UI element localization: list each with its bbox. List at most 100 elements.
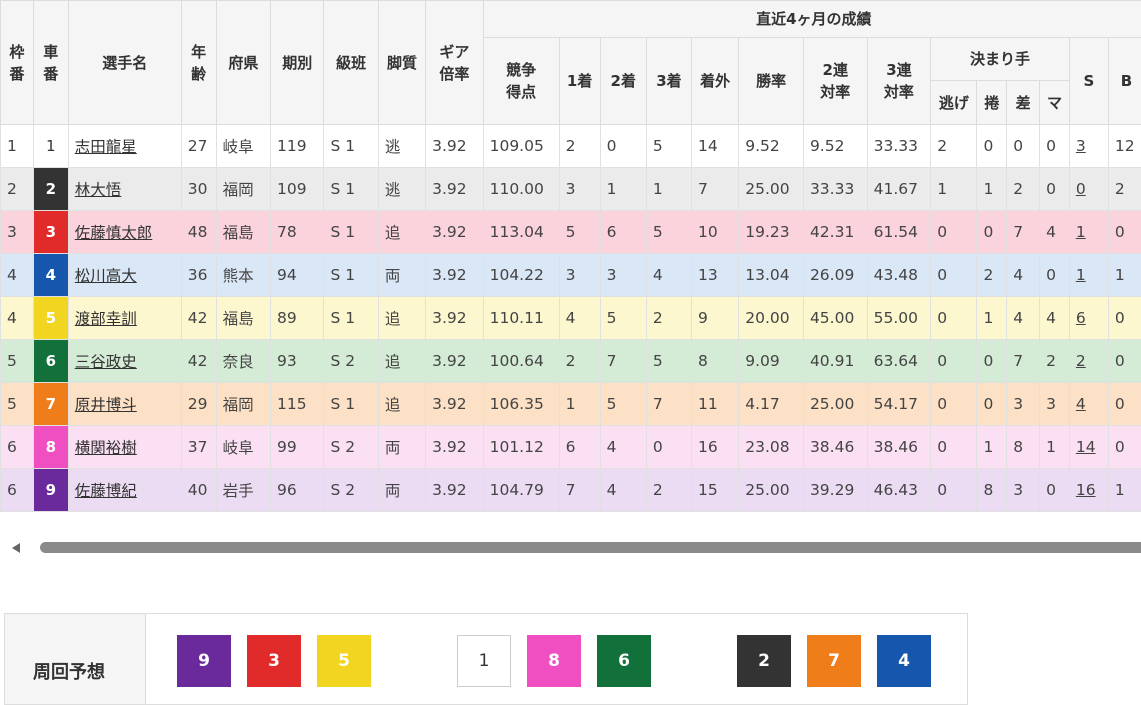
rider-name-link[interactable]: 松川高大 (75, 267, 137, 285)
line-prediction-car-4: 4 (877, 635, 931, 687)
line-prediction-panel: 周回予想 935186274 (4, 613, 968, 705)
s-count-value[interactable]: 0 (1076, 180, 1086, 198)
scroll-left-icon[interactable] (12, 543, 20, 553)
table-row: 57原井博斗29福岡115S 1追3.92106.35157114.1725.0… (1, 383, 1141, 426)
s-count-value[interactable]: 3 (1076, 137, 1086, 155)
s-count-link[interactable]: 3 (1069, 125, 1108, 168)
b-cell: 0 (1108, 383, 1141, 426)
table-row: 56三谷政史42奈良93S 2追3.92100.6427589.0940.916… (1, 340, 1141, 383)
rider-name-link[interactable]: 渡部幸訓 (75, 310, 137, 328)
style-cell: 追 (378, 297, 425, 340)
s-count-link[interactable]: 0 (1069, 168, 1108, 211)
mark-cell: 3 (1040, 383, 1070, 426)
header-kimarite: 決まり手 (931, 38, 1070, 81)
term-cell: 115 (271, 383, 324, 426)
class-cell: S 1 (324, 125, 378, 168)
rider-name-link[interactable]: 原井博斗 (75, 396, 137, 414)
table-row: 11志田龍星27岐阜119S 1逃3.92109.05205149.529.52… (1, 125, 1141, 168)
makuri-cell: 1 (977, 297, 1007, 340)
header-age: 年齢 (181, 1, 216, 125)
rider-name-link[interactable]: 志田龍星 (75, 138, 137, 156)
style-cell: 追 (378, 340, 425, 383)
s-count-value[interactable]: 6 (1076, 309, 1086, 327)
makuri-cell: 2 (977, 254, 1007, 297)
style-cell: 追 (378, 211, 425, 254)
s-count-link[interactable]: 2 (1069, 340, 1108, 383)
rider-name-link[interactable]: 林大悟 (75, 181, 122, 199)
car-number-cell: 3 (33, 211, 68, 254)
line-prediction-car-1: 1 (457, 635, 511, 687)
rider-name-cell[interactable]: 佐藤博紀 (68, 469, 181, 512)
class-cell: S 2 (324, 469, 378, 512)
nige-cell: 0 (931, 340, 977, 383)
sashi-cell: 4 (1007, 297, 1040, 340)
car-number-cell: 2 (33, 168, 68, 211)
rider-name-cell[interactable]: 原井博斗 (68, 383, 181, 426)
rider-name-cell[interactable]: 渡部幸訓 (68, 297, 181, 340)
car-number-cell: 5 (33, 297, 68, 340)
rider-name-cell[interactable]: 松川高大 (68, 254, 181, 297)
b-cell: 12 (1108, 125, 1141, 168)
third-cell: 2 (646, 469, 691, 512)
car-number-badge: 2 (34, 168, 68, 210)
rider-name-link[interactable]: 佐藤博紀 (75, 482, 137, 500)
waku-cell: 6 (1, 469, 34, 512)
header-sha: 車番 (33, 1, 68, 125)
r3-cell: 38.46 (867, 426, 931, 469)
s-count-link[interactable]: 1 (1069, 254, 1108, 297)
winrate-cell: 25.00 (739, 168, 804, 211)
rider-name-cell[interactable]: 横関裕樹 (68, 426, 181, 469)
s-count-link[interactable]: 4 (1069, 383, 1108, 426)
rider-name-cell[interactable]: 林大悟 (68, 168, 181, 211)
s-count-value[interactable]: 2 (1076, 352, 1086, 370)
winrate-cell: 4.17 (739, 383, 804, 426)
second-cell: 0 (600, 125, 646, 168)
rider-name-link[interactable]: 佐藤慎太郎 (75, 224, 153, 242)
header-b: B (1108, 38, 1141, 125)
rider-name-cell[interactable]: 志田龍星 (68, 125, 181, 168)
rider-name-cell[interactable]: 三谷政史 (68, 340, 181, 383)
header-score: 競争得点 (483, 38, 559, 125)
out-cell: 14 (692, 125, 739, 168)
s-count-link[interactable]: 6 (1069, 297, 1108, 340)
third-cell: 7 (646, 383, 691, 426)
line-prediction-car-6: 6 (597, 635, 651, 687)
first-cell: 1 (559, 383, 600, 426)
score-cell: 113.04 (483, 211, 559, 254)
car-number-badge: 4 (34, 254, 68, 296)
b-cell: 0 (1108, 340, 1141, 383)
s-count-value[interactable]: 4 (1076, 395, 1086, 413)
s-count-value[interactable]: 16 (1076, 481, 1096, 499)
style-cell: 逃 (378, 125, 425, 168)
s-count-link[interactable]: 1 (1069, 211, 1108, 254)
r2-cell: 39.29 (803, 469, 867, 512)
horizontal-scrollbar[interactable] (12, 540, 1141, 556)
s-count-value[interactable]: 14 (1076, 438, 1096, 456)
rider-name-link[interactable]: 三谷政史 (75, 353, 137, 371)
b-cell: 2 (1108, 168, 1141, 211)
header-makuri: 捲 (977, 81, 1007, 125)
car-number-cell: 1 (33, 125, 68, 168)
car-number-badge: 1 (34, 125, 68, 167)
s-count-value[interactable]: 1 (1076, 266, 1086, 284)
r3-cell: 41.67 (867, 168, 931, 211)
s-count-value[interactable]: 1 (1076, 223, 1086, 241)
gear-cell: 3.92 (426, 211, 484, 254)
s-count-link[interactable]: 16 (1069, 469, 1108, 512)
scroll-thumb[interactable] (40, 542, 1141, 553)
rider-name-cell[interactable]: 佐藤慎太郎 (68, 211, 181, 254)
s-count-link[interactable]: 14 (1069, 426, 1108, 469)
age-cell: 36 (181, 254, 216, 297)
line-prediction-label: 周回予想 (33, 658, 105, 684)
b-cell: 0 (1108, 211, 1141, 254)
gear-cell: 3.92 (426, 297, 484, 340)
sashi-cell: 7 (1007, 340, 1040, 383)
mark-cell: 4 (1040, 211, 1070, 254)
rider-name-link[interactable]: 横関裕樹 (75, 439, 137, 457)
mark-cell: 0 (1040, 125, 1070, 168)
second-cell: 1 (600, 168, 646, 211)
header-s: S (1069, 38, 1108, 125)
header-name: 選手名 (68, 1, 181, 125)
header-sashi: 差 (1007, 81, 1040, 125)
pref-cell: 福島 (216, 297, 270, 340)
